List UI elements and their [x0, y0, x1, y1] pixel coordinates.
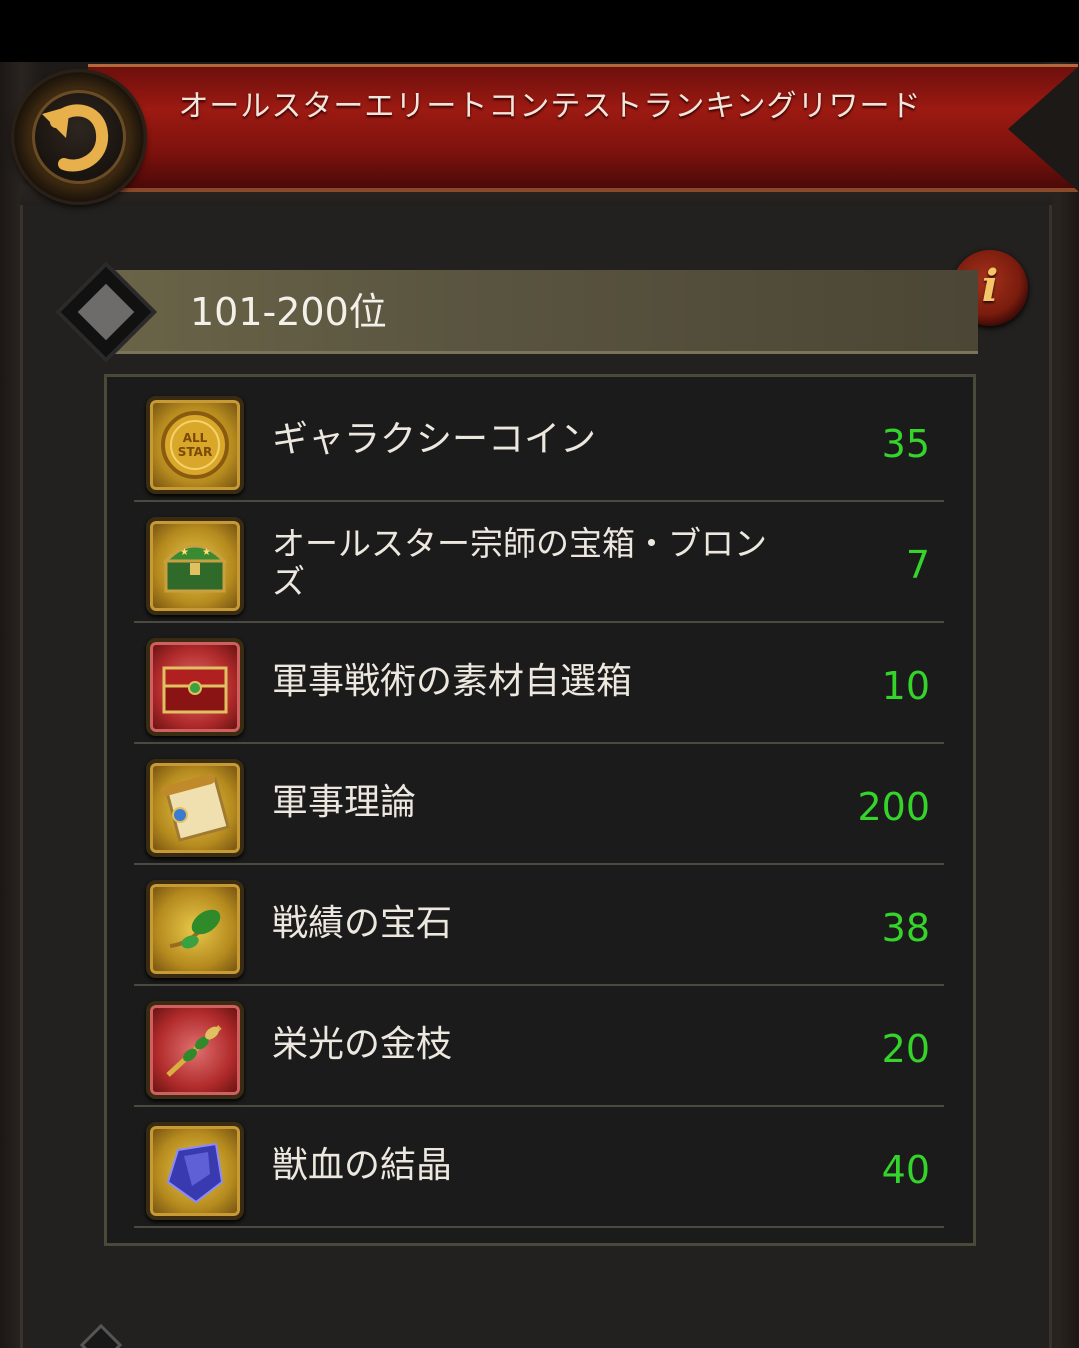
red-chest-icon	[146, 638, 244, 736]
back-arrow-icon	[42, 104, 109, 172]
reward-name: 軍事戦術の素材自選箱	[272, 661, 633, 702]
green-gem-icon	[146, 880, 244, 978]
reward-name: 獣血の結晶	[272, 1145, 453, 1186]
reward-name: 戦績の宝石	[272, 903, 453, 944]
reward-name: ギャラクシーコイン	[272, 419, 597, 460]
galaxy-coin-icon: ALL STAR	[146, 396, 244, 494]
reward-row[interactable]: 獣血の結晶 40	[134, 1108, 944, 1228]
rank-range-label: 101-200位	[190, 290, 387, 334]
reward-name: オールスター宗師の宝箱・ブロンズ	[272, 524, 767, 601]
reward-row[interactable]: 軍事理論 200	[134, 745, 944, 865]
reward-quantity: 7	[905, 543, 930, 587]
golden-branch-icon	[146, 1001, 244, 1099]
reward-row[interactable]: 戦績の宝石 38	[134, 866, 944, 986]
title-banner	[88, 64, 1078, 192]
bronze-chest-icon: ★ ★	[146, 517, 244, 615]
reward-name: 栄光の金枝	[272, 1024, 453, 1065]
reward-row[interactable]: ★ ★ オールスター宗師の宝箱・ブロンズ 7	[134, 503, 944, 623]
reward-row[interactable]: ALL STAR ギャラクシーコイン 35	[134, 382, 944, 502]
reward-quantity: 40	[881, 1148, 930, 1192]
reward-quantity: 35	[881, 422, 930, 466]
blood-crystal-icon	[146, 1122, 244, 1220]
rank-diamond-icon	[55, 261, 157, 363]
reward-quantity: 38	[881, 906, 930, 950]
reward-quantity: 10	[881, 664, 930, 708]
reward-name: 軍事理論	[272, 782, 417, 823]
page-title: オールスターエリートコンテストランキングリワード	[178, 89, 922, 124]
svg-text:ALL: ALL	[183, 431, 208, 445]
svg-text:STAR: STAR	[178, 445, 212, 459]
back-button[interactable]	[14, 72, 144, 202]
reward-screen: オールスターエリートコンテストランキングリワード i 101-200位 ALL …	[0, 0, 1079, 1348]
reward-quantity: 20	[881, 1027, 930, 1071]
svg-text:★: ★	[202, 547, 211, 558]
scroll-icon	[146, 759, 244, 857]
reward-quantity: 200	[857, 785, 930, 829]
reward-row[interactable]: 栄光の金枝 20	[134, 987, 944, 1107]
reward-row[interactable]: 軍事戦術の素材自選箱 10	[134, 624, 944, 744]
svg-text:★: ★	[180, 547, 189, 558]
